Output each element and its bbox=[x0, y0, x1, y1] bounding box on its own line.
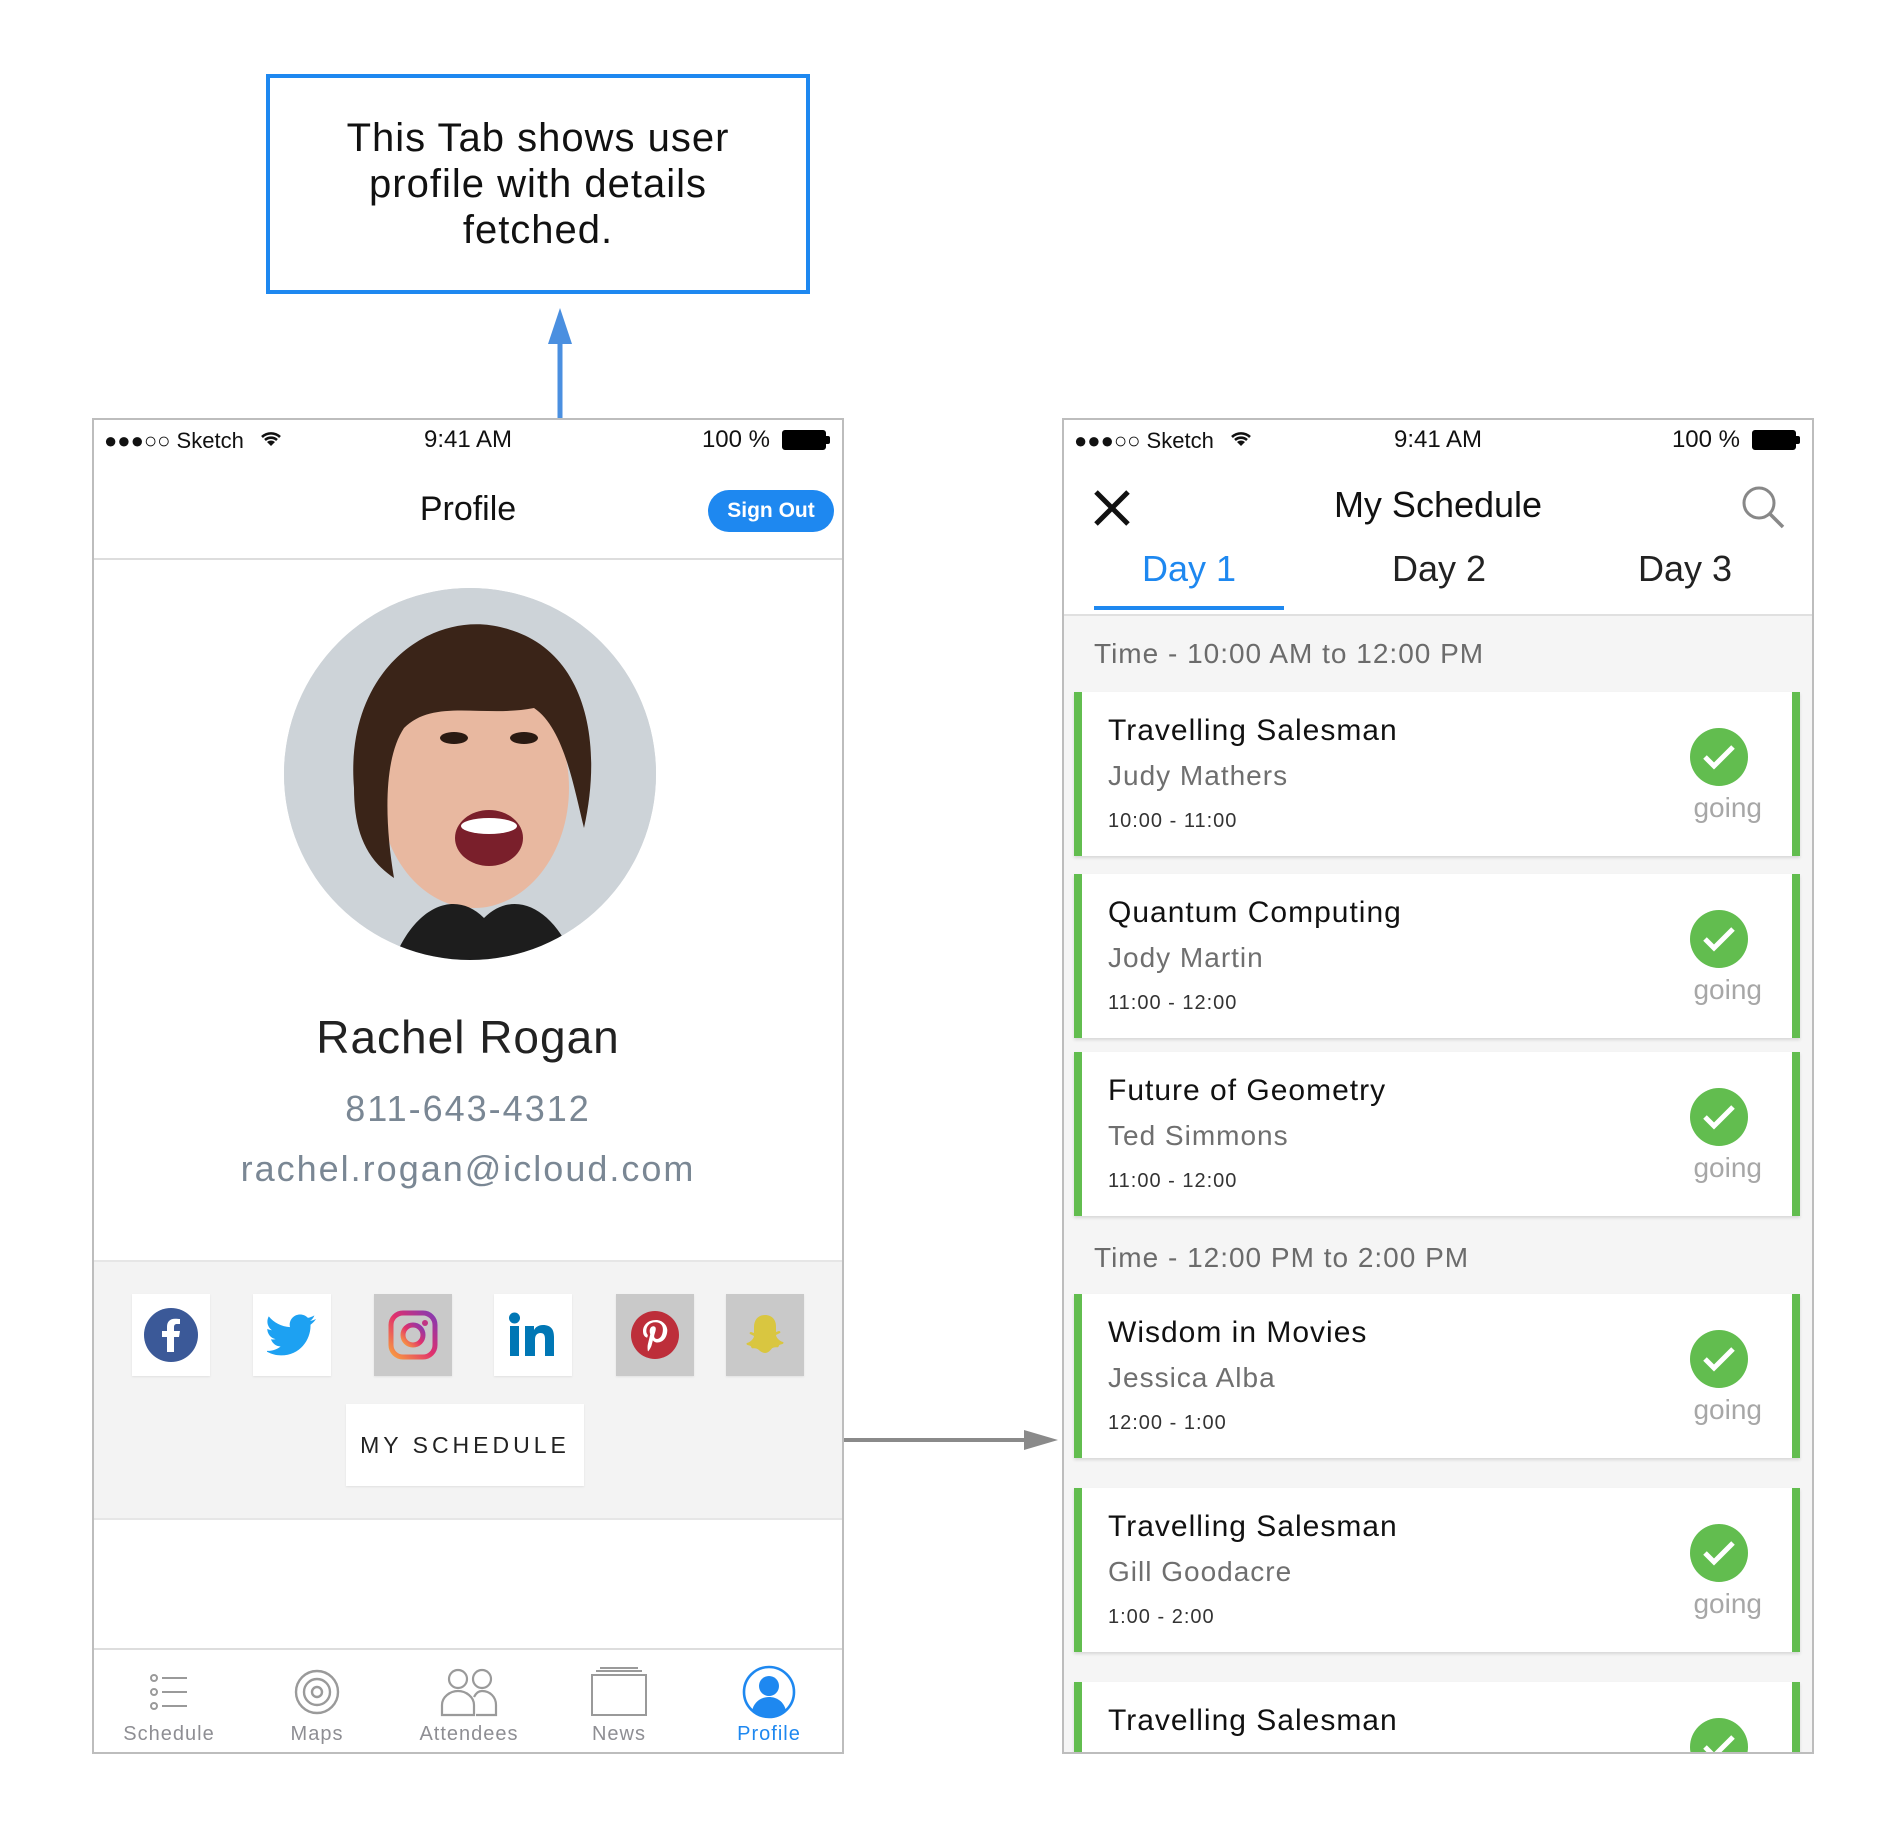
my-schedule-button[interactable]: MY SCHEDULE bbox=[346, 1404, 584, 1486]
my-schedule-screen: ●●●○○ Sketch 9:41 AM 100 % My Schedule D… bbox=[1062, 418, 1814, 1754]
tab-day-3[interactable]: Day 3 bbox=[1590, 548, 1780, 590]
tab-label: Profile bbox=[737, 1723, 801, 1745]
battery-label: 100 % bbox=[701, 426, 770, 453]
check-icon[interactable] bbox=[1690, 1524, 1748, 1582]
maps-target-icon bbox=[242, 1664, 392, 1720]
status-bar: ●●●○○ Sketch 9:41 AM 100 % bbox=[94, 420, 842, 460]
news-icon bbox=[544, 1664, 694, 1720]
search-icon[interactable] bbox=[1740, 484, 1786, 530]
check-icon[interactable] bbox=[1690, 910, 1748, 968]
check-icon[interactable] bbox=[1690, 1330, 1748, 1388]
session-speaker: Jody Martin bbox=[1108, 942, 1264, 973]
going-status: going bbox=[1693, 792, 1762, 823]
session-title: Wisdom in Movies bbox=[1108, 1316, 1368, 1349]
tab-profile[interactable]: Profile bbox=[694, 1650, 842, 1752]
session-title: Future of Geometry bbox=[1108, 1074, 1387, 1107]
session-title: Travelling Salesman bbox=[1108, 714, 1398, 747]
session-speaker: Jessica Alba bbox=[1108, 1362, 1276, 1393]
tab-day-1[interactable]: Day 1 bbox=[1094, 548, 1284, 590]
session-time: 1:00 - 2:00 bbox=[1108, 1606, 1215, 1628]
right-arrow-head bbox=[1024, 1430, 1058, 1450]
going-status: going bbox=[1693, 1394, 1762, 1425]
session-time: 11:00 - 12:00 bbox=[1108, 992, 1238, 1014]
tab-label: Maps bbox=[290, 1723, 344, 1745]
twitter-icon[interactable] bbox=[253, 1294, 331, 1376]
tab-schedule[interactable]: Schedule bbox=[94, 1650, 244, 1752]
user-name: Rachel Rogan bbox=[316, 1011, 620, 1063]
going-status: going bbox=[1693, 974, 1762, 1005]
session-card[interactable]: Travelling Salesman Gill Goodacre 1:00 -… bbox=[1074, 1488, 1800, 1652]
profile-screen: ●●●○○ Sketch 9:41 AM 100 % Profile Sign … bbox=[92, 418, 844, 1754]
time-section-heading: Time - 12:00 PM to 2:00 PM bbox=[1094, 1242, 1470, 1273]
sign-out-button[interactable]: Sign Out bbox=[708, 490, 834, 532]
tab-label: News bbox=[591, 1723, 646, 1745]
session-card[interactable]: Travelling Salesman bbox=[1074, 1682, 1800, 1752]
session-time: 11:00 - 12:00 bbox=[1108, 1170, 1238, 1192]
session-title: Travelling Salesman bbox=[1108, 1704, 1398, 1737]
user-email: rachel.rogan@icloud.com bbox=[240, 1148, 696, 1189]
avatar-photo bbox=[284, 588, 656, 960]
session-speaker: Gill Goodacre bbox=[1108, 1556, 1293, 1587]
instagram-icon[interactable] bbox=[374, 1294, 452, 1376]
battery-label: 100 % bbox=[1671, 426, 1740, 453]
tab-label: Schedule bbox=[123, 1723, 215, 1745]
session-card[interactable]: Wisdom in Movies Jessica Alba 12:00 - 1:… bbox=[1074, 1294, 1800, 1458]
session-title: Travelling Salesman bbox=[1108, 1510, 1398, 1543]
check-icon[interactable] bbox=[1690, 1088, 1748, 1146]
user-phone: 811-643-4312 bbox=[345, 1088, 591, 1129]
social-panel: MY SCHEDULE bbox=[94, 1260, 842, 1520]
schedule-list-icon bbox=[94, 1664, 244, 1720]
linkedin-icon[interactable] bbox=[494, 1294, 572, 1376]
tab-day-2[interactable]: Day 2 bbox=[1344, 548, 1534, 590]
check-icon[interactable] bbox=[1690, 728, 1748, 786]
tab-attendees[interactable]: Attendees bbox=[394, 1650, 544, 1752]
session-time: 10:00 - 11:00 bbox=[1108, 810, 1238, 832]
snapchat-icon[interactable] bbox=[726, 1294, 804, 1376]
session-card[interactable]: Future of Geometry Ted Simmons 11:00 - 1… bbox=[1074, 1052, 1800, 1216]
profile-icon bbox=[694, 1664, 842, 1720]
pinterest-icon[interactable] bbox=[616, 1294, 694, 1376]
session-card[interactable]: Travelling Salesman Judy Mathers 10:00 -… bbox=[1074, 692, 1800, 856]
active-day-indicator bbox=[1094, 606, 1284, 610]
status-bar: ●●●○○ Sketch 9:41 AM 100 % bbox=[1064, 420, 1812, 460]
session-speaker: Judy Mathers bbox=[1108, 760, 1289, 791]
check-icon[interactable] bbox=[1690, 1718, 1748, 1752]
session-time: 12:00 - 1:00 bbox=[1108, 1412, 1227, 1434]
tab-bar: Schedule Maps Attendees News Profile bbox=[94, 1648, 842, 1752]
tab-label: Attendees bbox=[419, 1723, 519, 1745]
nav-bar: Profile Sign Out bbox=[94, 480, 842, 560]
attendees-icon bbox=[394, 1664, 544, 1720]
going-status: going bbox=[1693, 1152, 1762, 1183]
session-card[interactable]: Quantum Computing Jody Martin 11:00 - 12… bbox=[1074, 874, 1800, 1038]
facebook-icon[interactable] bbox=[132, 1294, 210, 1376]
battery-icon bbox=[782, 430, 830, 450]
tab-news[interactable]: News bbox=[544, 1650, 694, 1752]
up-arrow-head bbox=[548, 308, 572, 344]
time-section-heading: Time - 10:00 AM to 12:00 PM bbox=[1094, 638, 1485, 669]
battery-icon bbox=[1752, 430, 1800, 450]
schedule-header: ●●●○○ Sketch 9:41 AM 100 % My Schedule D… bbox=[1064, 420, 1812, 616]
session-title: Quantum Computing bbox=[1108, 896, 1402, 929]
avatar bbox=[284, 588, 656, 960]
tab-maps[interactable]: Maps bbox=[242, 1650, 392, 1752]
going-status: going bbox=[1693, 1588, 1762, 1619]
session-speaker: Ted Simmons bbox=[1108, 1120, 1289, 1151]
page-title: My Schedule bbox=[1333, 484, 1543, 525]
